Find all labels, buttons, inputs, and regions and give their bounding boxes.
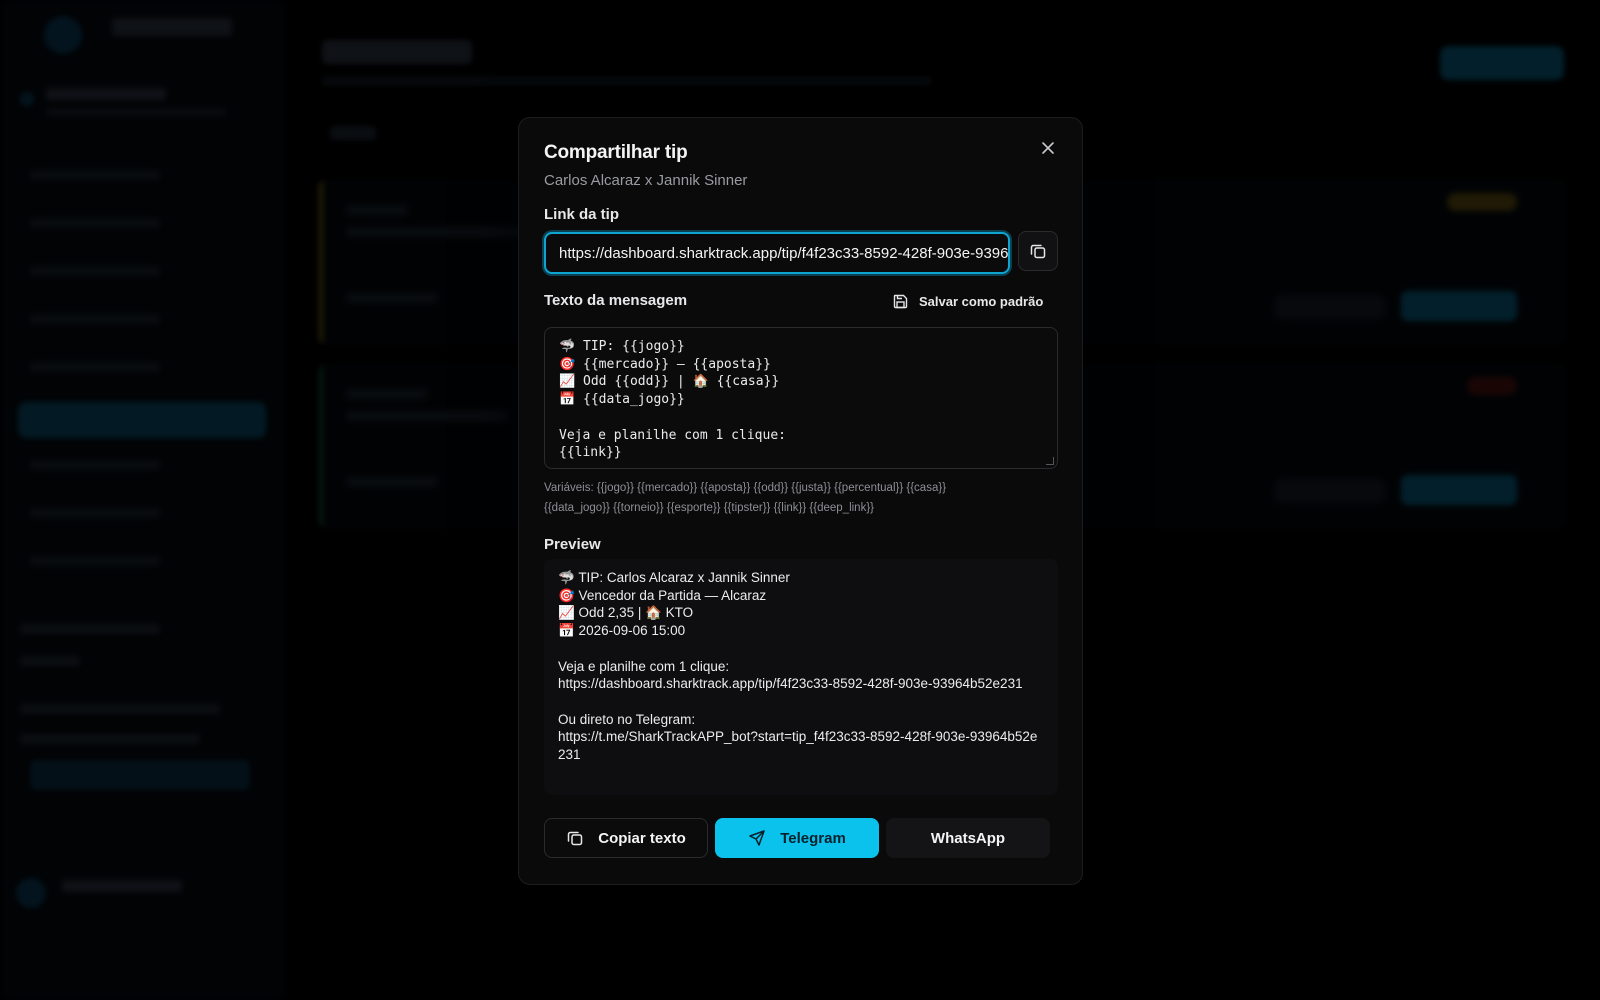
dialog-subtitle: Carlos Alcaraz x Jannik Sinner: [544, 172, 748, 189]
message-template-text: 🦈 TIP: {{jogo}} 🎯 {{mercado}} — {{aposta…: [559, 339, 786, 461]
telegram-share-button[interactable]: Telegram: [715, 818, 879, 858]
telegram-label: Telegram: [780, 829, 846, 847]
copy-text-button[interactable]: Copiar texto: [544, 818, 708, 858]
whatsapp-label: WhatsApp: [930, 829, 1006, 847]
close-button[interactable]: [1034, 134, 1062, 162]
message-preview: 🦈 TIP: Carlos Alcaraz x Jannik Sinner 🎯 …: [544, 559, 1058, 795]
share-tip-dialog: Compartilhar tip Carlos Alcaraz x Jannik…: [518, 117, 1083, 885]
tip-link-input[interactable]: https://dashboard.sharktrack.app/tip/f4f…: [544, 232, 1010, 274]
link-label: Link da tip: [544, 206, 619, 223]
message-preview-text: 🦈 TIP: Carlos Alcaraz x Jannik Sinner 🎯 …: [558, 570, 1038, 763]
close-icon: [1042, 142, 1054, 154]
message-label: Texto da mensagem: [544, 292, 688, 309]
copy-link-button[interactable]: [1018, 231, 1058, 271]
copy-icon: [1030, 244, 1046, 259]
dialog-title: Compartilhar tip: [544, 142, 688, 163]
save-default-label: Salvar como padrão: [919, 293, 1044, 309]
send-icon: [749, 830, 765, 846]
preview-label: Preview: [544, 536, 601, 553]
save-icon: [893, 294, 908, 308]
copy-text-label: Copiar texto: [598, 829, 686, 847]
tip-link-value: https://dashboard.sharktrack.app/tip/f4f…: [559, 245, 1009, 262]
variables-hint: Variáveis: {{jogo}} {{mercado}} {{aposta…: [544, 482, 947, 514]
message-template-textarea[interactable]: 🦈 TIP: {{jogo}} 🎯 {{mercado}} — {{aposta…: [544, 327, 1058, 469]
copy-icon: [567, 831, 583, 846]
save-default-button[interactable]: Salvar como padrão: [892, 291, 1043, 311]
resize-handle[interactable]: [1046, 457, 1054, 465]
whatsapp-share-button[interactable]: WhatsApp: [886, 818, 1050, 858]
